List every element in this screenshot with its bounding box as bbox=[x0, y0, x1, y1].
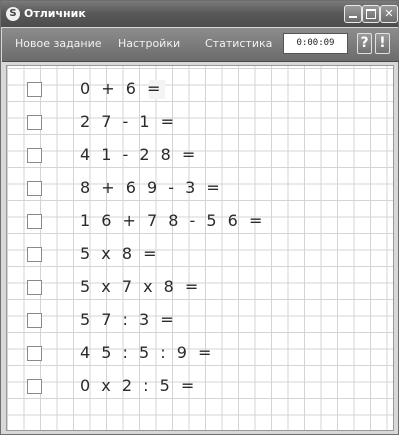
problem-expression: 2 7 - 1 = bbox=[80, 112, 178, 131]
problem-expression: 5 7 : 3 = bbox=[80, 310, 177, 329]
problem-expression: 0 x 2 : 5 = bbox=[80, 376, 198, 395]
problem-expression: 8 + 6 9 - 3 = bbox=[80, 178, 223, 197]
problem-expression: 0 + 6 = bbox=[80, 79, 164, 98]
problem-checkbox[interactable] bbox=[27, 379, 42, 394]
problem-checkbox[interactable] bbox=[27, 82, 42, 97]
problem-expression: 5 x 7 x 8 = bbox=[80, 277, 202, 296]
app-window: S Отличник ✕ Новое задание Настройки Ста… bbox=[0, 0, 399, 435]
problem-checkbox[interactable] bbox=[27, 148, 42, 163]
problem-checkbox[interactable] bbox=[27, 280, 42, 295]
maximize-icon bbox=[366, 9, 376, 19]
help-button[interactable]: ? bbox=[357, 33, 372, 54]
problem-checkbox[interactable] bbox=[27, 214, 42, 229]
new-task-button[interactable]: Новое задание bbox=[15, 37, 102, 50]
timer-display: 0:00:09 bbox=[283, 33, 348, 54]
title-bar[interactable]: S Отличник ✕ bbox=[1, 1, 398, 27]
close-button[interactable]: ✕ bbox=[380, 5, 398, 23]
problem-sheet: 0 + 6 = 2 7 - 1 = 4 1 - 2 8 = 8 + 6 9 - … bbox=[6, 65, 394, 431]
problem-checkbox[interactable] bbox=[27, 346, 42, 361]
minimize-button[interactable] bbox=[344, 5, 362, 23]
problem-expression: 4 1 - 2 8 = bbox=[80, 145, 199, 164]
toolbar: Новое задание Настройки Статистика 0:00:… bbox=[2, 28, 399, 62]
info-button[interactable]: ! bbox=[375, 33, 390, 54]
problem-checkbox[interactable] bbox=[27, 313, 42, 328]
statistics-button[interactable]: Статистика bbox=[205, 37, 272, 50]
maximize-button[interactable] bbox=[362, 5, 380, 23]
problem-expression: 4 5 : 5 : 9 = bbox=[80, 343, 215, 362]
problem-checkbox[interactable] bbox=[27, 247, 42, 262]
problem-expression: 1 6 + 7 8 - 5 6 = bbox=[80, 211, 266, 230]
app-logo-icon: S bbox=[6, 7, 20, 21]
problem-checkbox[interactable] bbox=[27, 115, 42, 130]
problem-checkbox[interactable] bbox=[27, 181, 42, 196]
problem-expression: 5 x 8 = bbox=[80, 244, 160, 263]
window-title: Отличник bbox=[24, 7, 86, 20]
settings-button[interactable]: Настройки bbox=[118, 37, 180, 50]
minimize-icon bbox=[349, 16, 357, 18]
close-icon: ✕ bbox=[384, 7, 394, 20]
